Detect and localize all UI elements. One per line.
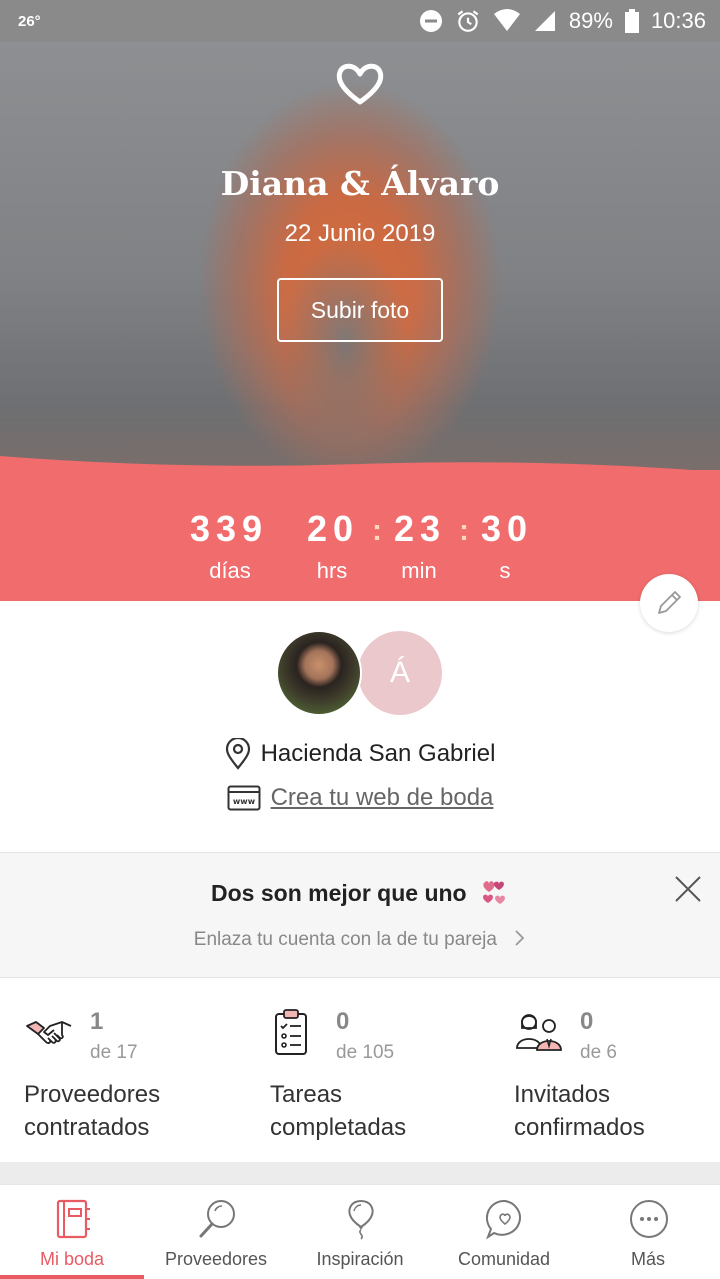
create-website-link[interactable]: Crea tu web de boda (271, 784, 494, 812)
couple-names: Diana & Álvaro (220, 164, 500, 203)
nav-comunidad[interactable]: Comunidad (432, 1185, 576, 1279)
link-partner-row[interactable]: Enlaza tu cuenta con la de tu pareja (0, 929, 720, 951)
stat-label: confirmados (514, 1114, 645, 1141)
stat-label: Proveedores (24, 1081, 161, 1108)
stat-label: Tareas (270, 1081, 343, 1108)
hours-label: hrs (316, 558, 348, 583)
countdown-days: 339 (190, 508, 269, 549)
nav-label: Proveedores (164, 1249, 268, 1269)
svg-text:www: www (232, 797, 255, 806)
heart-logo-icon (333, 60, 387, 108)
alarm-icon (455, 8, 481, 34)
couple-avatars: Á (276, 630, 446, 716)
stat-count: 0 (580, 1008, 594, 1035)
countdown: 339 20 : 23 : 30 días hrs min s (0, 470, 720, 601)
guests-icon (516, 1014, 562, 1051)
battery-icon (624, 9, 639, 33)
dnd-icon (419, 9, 443, 33)
nav-label: Mi boda (39, 1249, 105, 1269)
chevron-right-icon (515, 930, 525, 946)
clock: 10:36 (650, 8, 706, 33)
nav-label: Comunidad (457, 1249, 551, 1269)
battery-percent: 89% (568, 8, 613, 33)
search-icon (199, 1200, 235, 1238)
venue-row[interactable]: Hacienda San Gabriel (0, 738, 720, 770)
upload-photo-button[interactable]: Subir foto (277, 278, 443, 342)
countdown-seconds: 30 (481, 508, 534, 549)
handshake-icon (26, 1021, 72, 1044)
pencil-icon (658, 591, 681, 614)
notebook-icon (56, 1199, 90, 1239)
wifi-icon (493, 9, 521, 33)
checklist-icon (275, 1009, 307, 1055)
active-tab-indicator (0, 1275, 144, 1279)
seconds-label: s (499, 558, 511, 583)
chat-heart-icon (485, 1199, 521, 1240)
close-icon[interactable] (672, 873, 704, 905)
banner-subtitle: Enlaza tu cuenta con la de tu pareja (193, 929, 497, 950)
venue-name: Hacienda San Gabriel (260, 740, 496, 767)
stat-count: 1 (90, 1008, 104, 1035)
nav-label: Inspiración (316, 1249, 404, 1269)
countdown-separator: : (372, 514, 382, 547)
signal-icon (533, 9, 557, 33)
location-pin-icon (225, 738, 250, 770)
nav-mi-boda[interactable]: Mi boda (0, 1185, 144, 1279)
nav-inspiracion[interactable]: Inspiración (288, 1185, 432, 1279)
stat-total: de 105 (336, 1042, 395, 1063)
nav-mas[interactable]: Más (576, 1185, 720, 1279)
wedding-date: 22 Junio 2019 (284, 220, 436, 247)
countdown-minutes: 23 (394, 508, 447, 549)
temperature: 26° (18, 12, 41, 30)
more-icon (630, 1200, 668, 1238)
stat-count: 0 (336, 1008, 350, 1035)
countdown-separator: : (459, 514, 469, 547)
stats-section: 1 de 17 Proveedores contratados 0 de 105… (0, 980, 720, 1162)
stat-total: de 6 (580, 1042, 617, 1063)
countdown-hours: 20 (307, 508, 360, 549)
banner-title: Dos son mejor que uno (211, 880, 467, 906)
section-divider (0, 1162, 720, 1184)
minutes-label: min (401, 558, 437, 583)
stat-label: Invitados (514, 1081, 611, 1108)
hearts-icon (483, 881, 505, 904)
nav-proveedores[interactable]: Proveedores (144, 1185, 288, 1279)
edit-button[interactable] (640, 574, 698, 632)
stat-label: completadas (270, 1114, 407, 1141)
wedding-website-row[interactable]: www Crea tu web de boda (0, 784, 720, 812)
stat-total: de 17 (90, 1042, 138, 1063)
partner-link-banner: Dos son mejor que uno Enlaza tu cuenta c… (0, 852, 720, 978)
days-label: días (209, 558, 251, 583)
balloon-icon (348, 1199, 374, 1240)
website-icon: www (227, 785, 261, 811)
hero-photo: Diana & Álvaro 22 Junio 2019 Subir foto (0, 42, 720, 472)
bottom-navigation: Mi boda Proveedores Inspiración Comunida… (0, 1184, 720, 1279)
avatar[interactable] (276, 630, 362, 716)
stat-label: contratados (24, 1114, 150, 1141)
status-bar: 26° 89% 10:36 (0, 0, 720, 42)
nav-label: Más (630, 1249, 665, 1269)
partner-avatar[interactable]: Á (358, 631, 442, 715)
